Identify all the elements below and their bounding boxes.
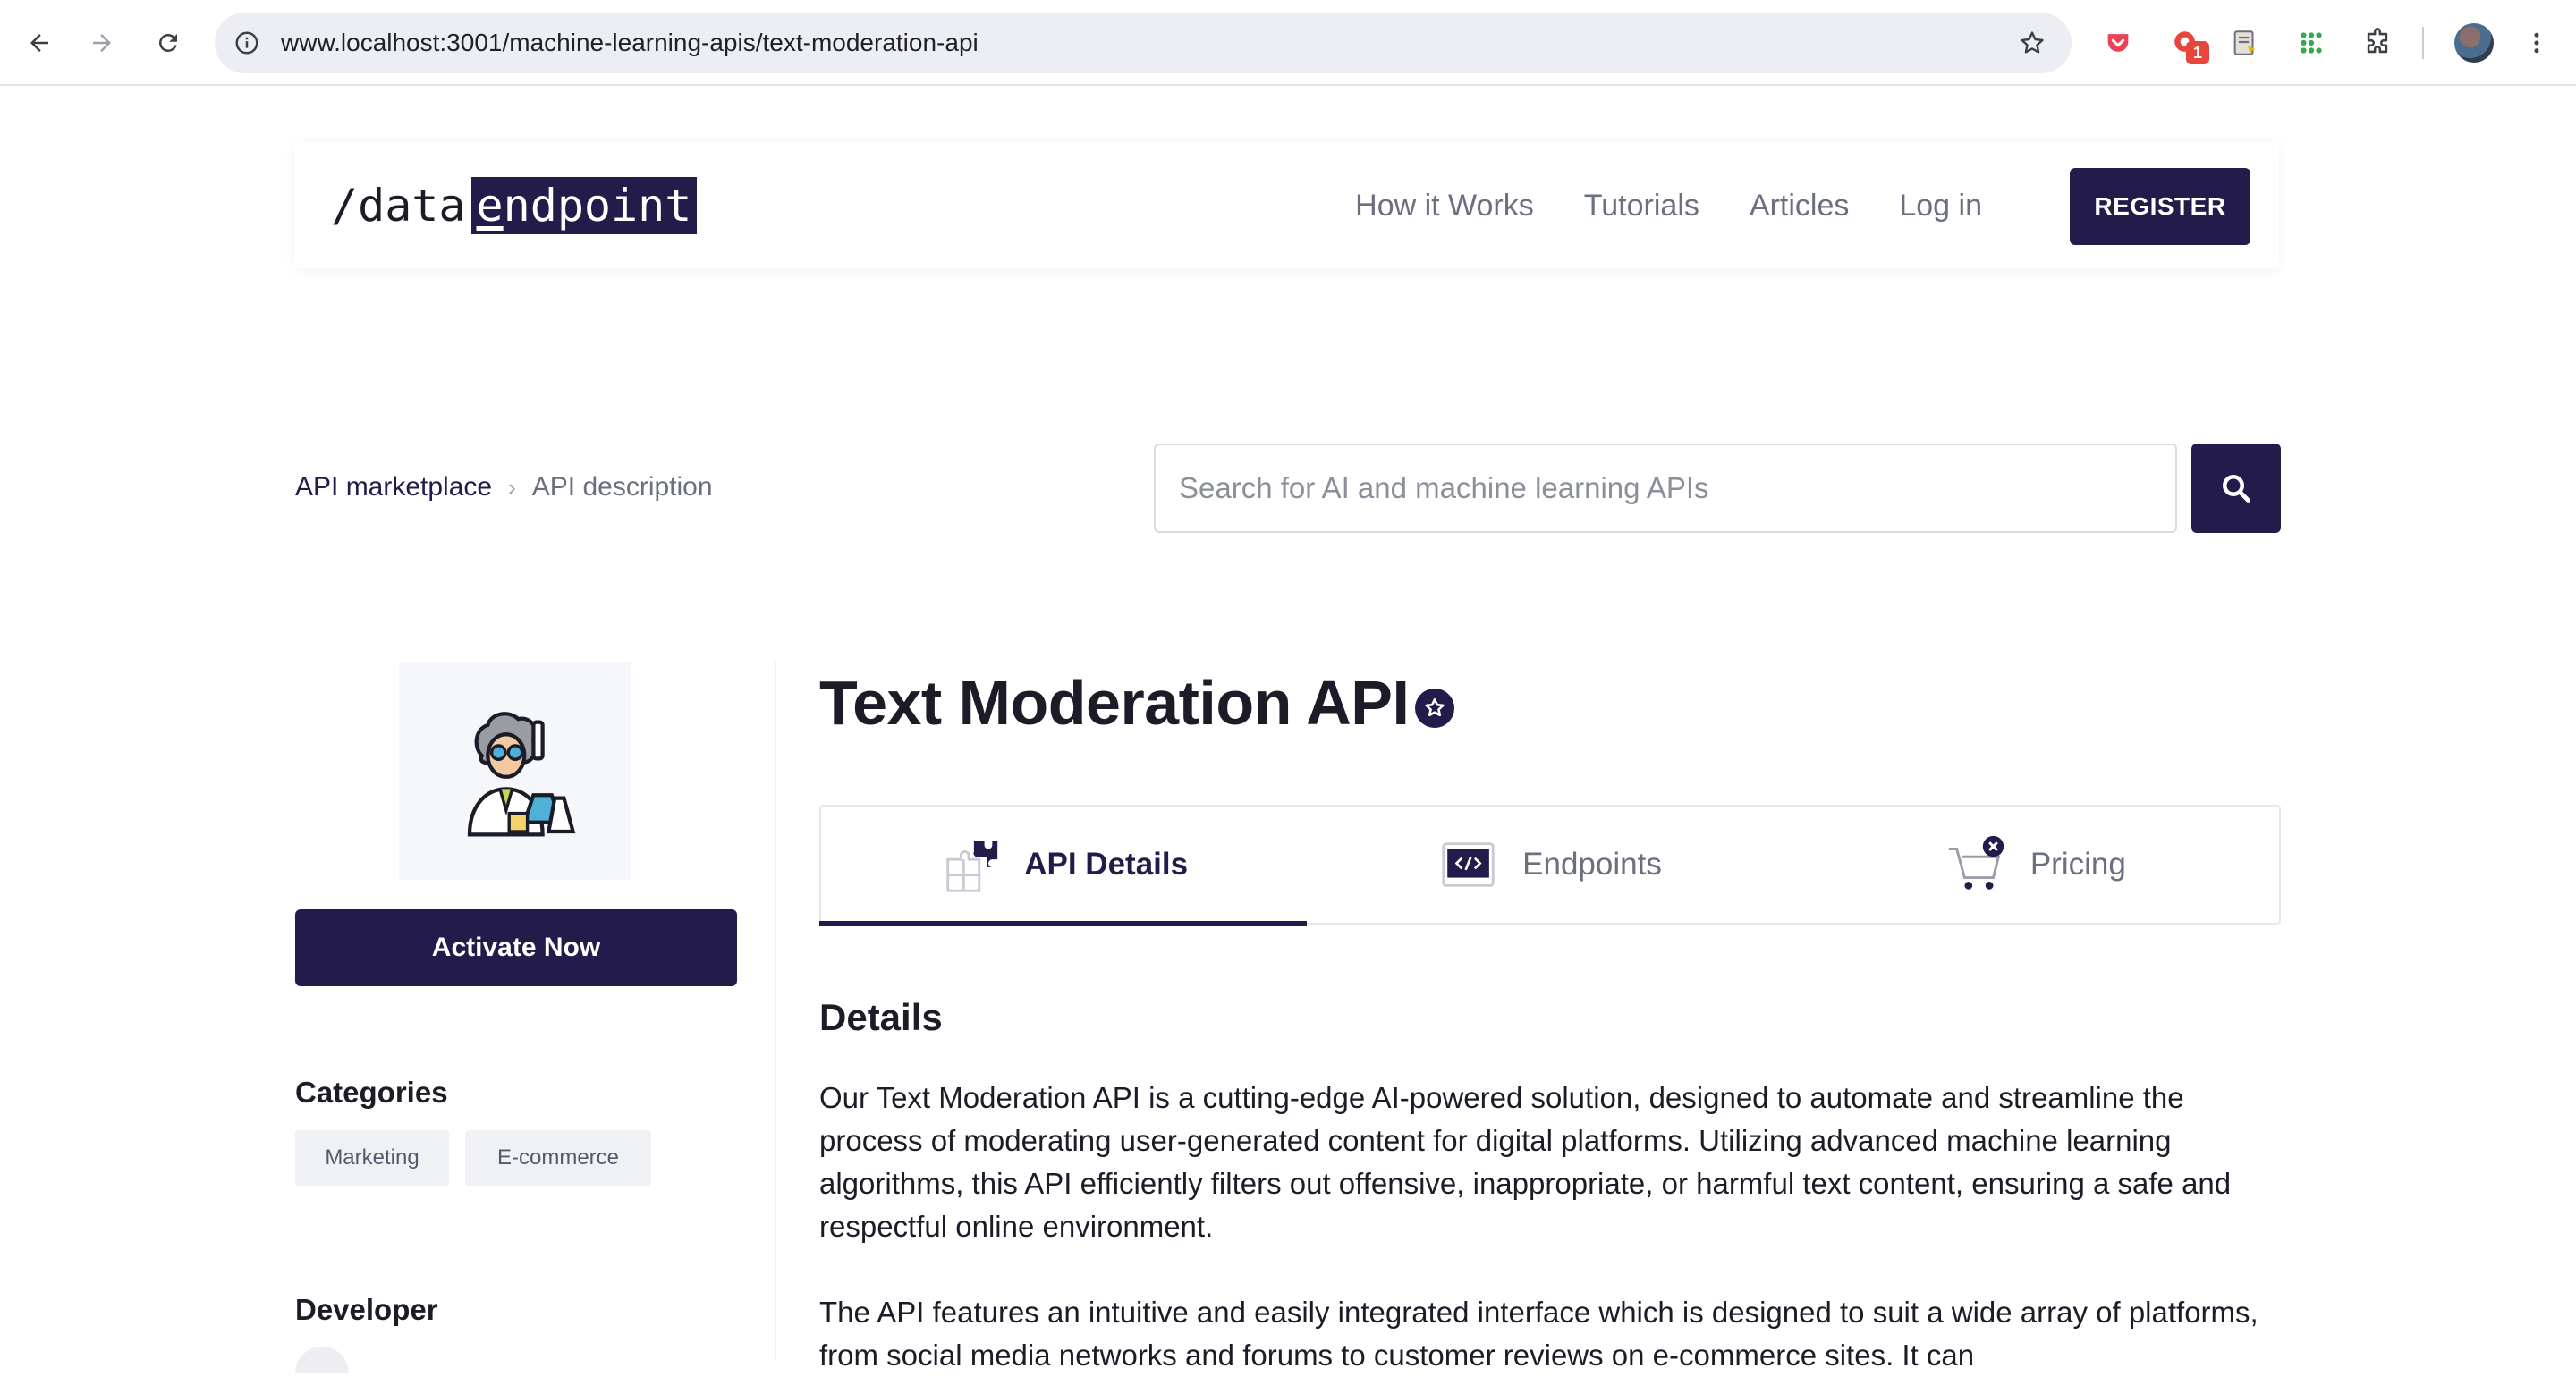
scientist-icon xyxy=(467,712,576,837)
nav-articles[interactable]: Articles xyxy=(1750,189,1849,224)
api-tabs: API Details Endpoints Pricing xyxy=(818,805,2281,926)
details-paragraph-2: The API features an intuitive and easily… xyxy=(819,1296,2258,1372)
extension-shield-icon[interactable]: 1 xyxy=(2165,21,2209,64)
address-bar[interactable]: www.localhost:3001/machine-learning-apis… xyxy=(215,13,2072,73)
profile-avatar[interactable] xyxy=(2454,23,2494,63)
site-header: /data endpoint How it Works Tutorials Ar… xyxy=(295,143,2279,268)
reload-icon xyxy=(159,33,177,52)
url-text[interactable]: www.localhost:3001/machine-learning-apis… xyxy=(281,13,979,73)
tab-api-details[interactable]: API Details xyxy=(818,807,1308,926)
cart-icon xyxy=(1948,835,2004,890)
pocket-extension-icon[interactable] xyxy=(2097,21,2140,64)
tab-pricing-label: Pricing xyxy=(2029,847,2126,882)
tab-endpoints[interactable]: Endpoints xyxy=(1307,807,1792,923)
breadcrumb-api-marketplace[interactable]: API marketplace xyxy=(295,472,492,503)
breadcrumb: API marketplace › API description xyxy=(295,472,713,503)
tab-api-details-label: API Details xyxy=(1024,847,1189,882)
tab-pricing[interactable]: Pricing xyxy=(1793,807,2279,923)
page-title: Text Moderation API xyxy=(819,668,1410,738)
back-button[interactable] xyxy=(18,21,61,64)
search-input[interactable] xyxy=(1154,444,2177,533)
extension-badge: 1 xyxy=(2186,41,2209,64)
developer-heading: Developer xyxy=(295,1293,438,1326)
toolbar-divider xyxy=(2422,27,2424,59)
verified-star-icon xyxy=(1415,688,1454,728)
search-icon xyxy=(2223,475,2250,503)
extensions-puzzle-icon[interactable] xyxy=(2356,21,2399,64)
nav-tutorials[interactable]: Tutorials xyxy=(1584,189,1699,224)
details-paragraph-1: Our Text Moderation API is a cutting-edg… xyxy=(819,1081,2232,1243)
extension-dots-icon[interactable] xyxy=(2290,21,2333,64)
sidebar-divider xyxy=(775,662,776,1361)
category-chip-marketing[interactable]: Marketing xyxy=(295,1130,449,1186)
nav-how-it-works[interactable]: How it Works xyxy=(1355,189,1534,224)
reload-button[interactable] xyxy=(147,21,190,64)
search-button[interactable] xyxy=(2191,444,2281,533)
browser-menu-icon[interactable] xyxy=(2515,21,2558,64)
api-product-image xyxy=(399,662,631,880)
nav-log-in[interactable]: Log in xyxy=(1899,189,1982,224)
developer-avatar xyxy=(295,1347,349,1373)
arrow-left-icon xyxy=(30,34,48,52)
categories-heading: Categories xyxy=(295,1076,448,1109)
arrow-right-icon xyxy=(93,34,111,52)
code-window-icon xyxy=(1442,842,1495,887)
logo-text-plain: /data xyxy=(331,180,466,232)
main-nav: How it Works Tutorials Articles Log in xyxy=(1355,143,1982,268)
chevron-right-icon: › xyxy=(508,473,516,501)
logo-text-highlight-rest: ndpoint xyxy=(503,180,692,232)
puzzle-icon xyxy=(946,841,998,892)
bookmark-star-icon[interactable] xyxy=(2012,23,2052,63)
register-button[interactable]: REGISTER xyxy=(2070,168,2250,245)
logo-text-highlight: endpoint xyxy=(470,177,698,234)
site-logo[interactable]: /data endpoint xyxy=(331,177,698,234)
logo-text-highlight-first: e xyxy=(476,180,504,232)
extension-note-icon[interactable] xyxy=(2224,21,2267,64)
category-chip-ecommerce[interactable]: E-commerce xyxy=(465,1130,651,1186)
tab-endpoints-label: Endpoints xyxy=(1522,847,1662,882)
site-info-icon[interactable] xyxy=(227,23,267,63)
activate-now-button[interactable]: Activate Now xyxy=(295,909,737,986)
browser-toolbar: www.localhost:3001/machine-learning-apis… xyxy=(0,0,2576,86)
breadcrumb-current: API description xyxy=(531,472,713,502)
details-heading: Details xyxy=(819,996,943,1038)
forward-button[interactable] xyxy=(80,21,123,64)
